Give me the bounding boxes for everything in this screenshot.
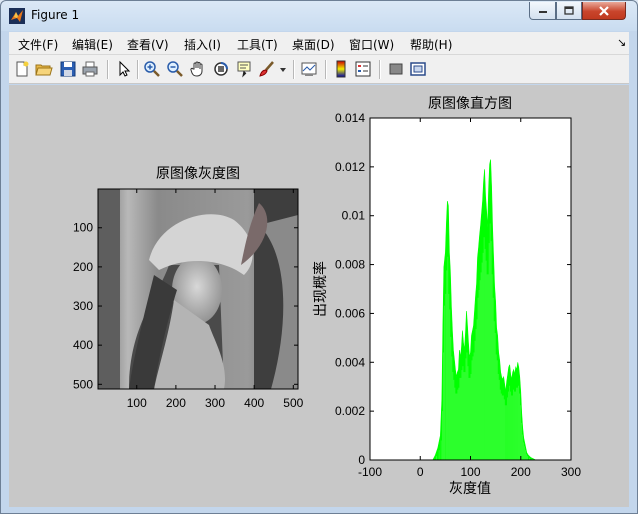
pointer-icon[interactable] [115, 60, 133, 78]
menu-edit[interactable]: 编辑(E) [72, 36, 113, 53]
save-icon[interactable] [59, 60, 77, 78]
menu-view[interactable]: 查看(V) [127, 36, 169, 53]
y-tick-label: 0.002 [335, 404, 365, 418]
figure-toolbar [9, 55, 629, 84]
maximize-icon [564, 6, 574, 15]
y-tick-label: 0.008 [335, 258, 365, 272]
toolbar-separator [107, 60, 109, 79]
toolbar-separator [137, 60, 139, 79]
open-file-icon[interactable] [35, 60, 53, 78]
y-tick-label: 0 [358, 453, 365, 467]
menu-tools[interactable]: 工具(T) [237, 36, 278, 53]
show-plot-tools-icon[interactable] [409, 60, 427, 78]
histogram-title: 原图像直方图 [428, 95, 512, 111]
x-tick-label: -100 [358, 465, 382, 479]
y-tick-label: 500 [73, 377, 93, 391]
print-icon[interactable] [81, 60, 99, 78]
minimize-button[interactable] [529, 2, 556, 20]
hide-plot-tools-icon[interactable] [387, 60, 405, 78]
menu-window[interactable]: 窗口(W) [349, 36, 394, 53]
x-tick-label: 300 [205, 396, 225, 410]
close-icon [599, 5, 609, 16]
x-tick-label: 100 [460, 465, 480, 479]
minimize-icon [538, 10, 547, 13]
toolbar-separator [293, 60, 295, 79]
window-bottom-border [1, 507, 637, 513]
y-tick-label: 400 [73, 338, 93, 352]
data-cursor-icon[interactable] [235, 60, 253, 78]
legend-icon[interactable] [354, 60, 372, 78]
x-tick-label: 0 [417, 465, 424, 479]
y-tick-label: 300 [73, 299, 93, 313]
y-tick-label: 0.01 [342, 209, 366, 223]
x-tick-label: 300 [561, 465, 581, 479]
y-tick-label: 100 [73, 221, 93, 235]
x-tick-label: 200 [166, 396, 186, 410]
matlab-logo-icon [9, 8, 25, 24]
toolbar-separator [325, 60, 327, 79]
menu-insert[interactable]: 插入(I) [184, 36, 221, 53]
y-tick-label: 200 [73, 260, 93, 274]
zoom-in-icon[interactable] [143, 60, 161, 78]
menu-bar: 文件(F) 编辑(E) 查看(V) 插入(I) 工具(T) 桌面(D) 窗口(W… [9, 32, 629, 55]
y-tick-label: 0.014 [335, 111, 365, 125]
colorbar-icon[interactable] [332, 60, 350, 78]
new-figure-icon[interactable] [13, 60, 31, 78]
x-tick-label: 400 [244, 396, 264, 410]
rotate-3d-icon[interactable] [212, 60, 230, 78]
brush-icon[interactable] [258, 60, 276, 78]
menu-file[interactable]: 文件(F) [18, 36, 58, 53]
figure-canvas: 原图像灰度图 100 200 300 400 500 100 200 300 400 500 原图… [9, 85, 629, 507]
image-title: 原图像灰度图 [156, 165, 240, 181]
window-title: Figure 1 [31, 8, 80, 22]
maximize-button[interactable] [556, 2, 582, 20]
y-tick-label: 0.006 [335, 306, 365, 320]
close-button[interactable] [582, 2, 626, 20]
histogram-xlabel: 灰度值 [449, 480, 491, 496]
y-tick-label: 0.004 [335, 355, 365, 369]
link-plot-icon[interactable] [300, 60, 318, 78]
dropdown-arrow-icon[interactable] [278, 60, 288, 78]
x-tick-label: 200 [511, 465, 531, 479]
toolbar-separator [379, 60, 381, 79]
y-tick-label: 0.012 [335, 160, 365, 174]
zoom-out-icon[interactable] [166, 60, 184, 78]
menu-desktop[interactable]: 桌面(D) [292, 36, 335, 53]
title-bar[interactable]: Figure 1 [1, 1, 637, 31]
figure-window: Figure 1 文件(F) 编辑(E) 查看(V) 插入(I) 工具(T) 桌… [0, 0, 638, 514]
pan-hand-icon[interactable] [189, 60, 207, 78]
figure-plots: 原图像灰度图 100 200 300 400 500 100 200 300 400 500 原图… [73, 95, 581, 496]
x-tick-label: 500 [283, 396, 303, 410]
grayscale-image[interactable] [98, 189, 298, 389]
menu-help[interactable]: 帮助(H) [410, 36, 452, 53]
histogram-ylabel: 出现概率 [312, 261, 328, 317]
x-tick-label: 100 [127, 396, 147, 410]
menu-overflow-icon[interactable]: ↘ [617, 36, 626, 49]
